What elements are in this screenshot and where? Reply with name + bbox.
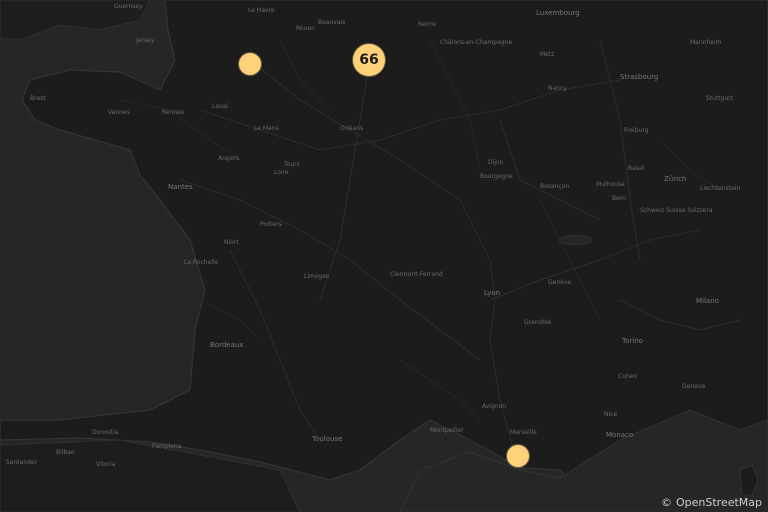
place-label: Beauvais — [318, 19, 346, 26]
lake — [558, 234, 592, 246]
place-label: Monaco — [606, 431, 634, 439]
place-label: Besançon — [540, 183, 570, 190]
place-label: Guernsey — [114, 3, 143, 10]
place-label: Bern — [612, 195, 626, 202]
place-label: Strasbourg — [620, 73, 659, 81]
place-label: Le Havre — [248, 7, 275, 14]
place-label: Rennes — [162, 109, 185, 116]
place-label: Lyon — [484, 289, 501, 297]
place-label: La Rochelle — [184, 259, 219, 266]
place-label: Mulhouse — [596, 181, 625, 188]
place-label: Rouen — [296, 25, 315, 32]
place-label: Bourgogne — [480, 173, 513, 180]
place-label: Nancy — [548, 85, 567, 92]
place-label: Le Mans — [254, 125, 279, 132]
map-marker[interactable] — [507, 445, 529, 467]
place-label: Limoges — [304, 273, 330, 280]
place-label: Loire — [274, 169, 289, 176]
place-label: Brest — [30, 95, 46, 102]
place-label: Basel — [628, 165, 645, 172]
place-label: Freiburg — [624, 127, 649, 134]
place-label: Niort — [224, 239, 239, 246]
place-label: Poitiers — [260, 221, 283, 228]
place-label: Toulouse — [312, 435, 343, 443]
place-label: Zürich — [664, 175, 687, 183]
place-label: Clermont-Ferrand — [390, 271, 443, 278]
place-label: Nantes — [168, 183, 193, 191]
place-label: Bilbao — [56, 449, 75, 456]
place-label: Schweiz Suisse Svizzera — [640, 207, 713, 214]
place-label: Jersey — [136, 37, 155, 44]
place-label: Bordeaux — [210, 341, 244, 349]
place-label: Metz — [540, 51, 555, 58]
place-label: Grenoble — [524, 319, 552, 326]
place-label: Pamplona — [152, 443, 182, 450]
place-label: Marseille — [510, 429, 537, 436]
place-label: Montpellier — [430, 427, 464, 434]
place-label: Torino — [622, 337, 643, 345]
place-label: Laval — [212, 103, 228, 110]
place-label: Genève — [548, 279, 572, 286]
place-label: Luxembourg — [536, 9, 580, 17]
place-label: Châlons-en-Champagne — [440, 39, 513, 46]
place-label: Liechtenstein — [700, 185, 741, 192]
place-label: Angers — [218, 155, 239, 162]
place-label: Orléans — [340, 125, 364, 132]
place-label: Stuttgart — [706, 95, 733, 102]
place-label: Genova — [682, 383, 706, 390]
map-attribution: © OpenStreetMap — [654, 494, 768, 512]
copyright-symbol: © — [660, 496, 672, 509]
place-label: Donostia — [92, 429, 119, 436]
attribution-link[interactable]: OpenStreetMap — [676, 496, 762, 509]
map-marker[interactable] — [239, 53, 261, 75]
place-label: Cuneo — [618, 373, 638, 380]
place-label: Reims — [418, 21, 437, 28]
place-label: Vannes — [108, 109, 130, 116]
place-label: Dijon — [488, 159, 504, 166]
place-label: Milano — [696, 297, 719, 305]
place-label: Santander — [6, 459, 38, 466]
cluster-marker[interactable]: 66 — [353, 44, 385, 76]
place-label: Tours — [284, 161, 300, 168]
place-label: Avignon — [482, 403, 507, 410]
place-label: Nice — [604, 411, 618, 418]
place-label: Mannheim — [690, 39, 722, 46]
place-label: Vitoria — [96, 461, 116, 468]
map-view[interactable]: Guernsey Jersey Le Havre Rouen Beauvais … — [0, 0, 768, 512]
